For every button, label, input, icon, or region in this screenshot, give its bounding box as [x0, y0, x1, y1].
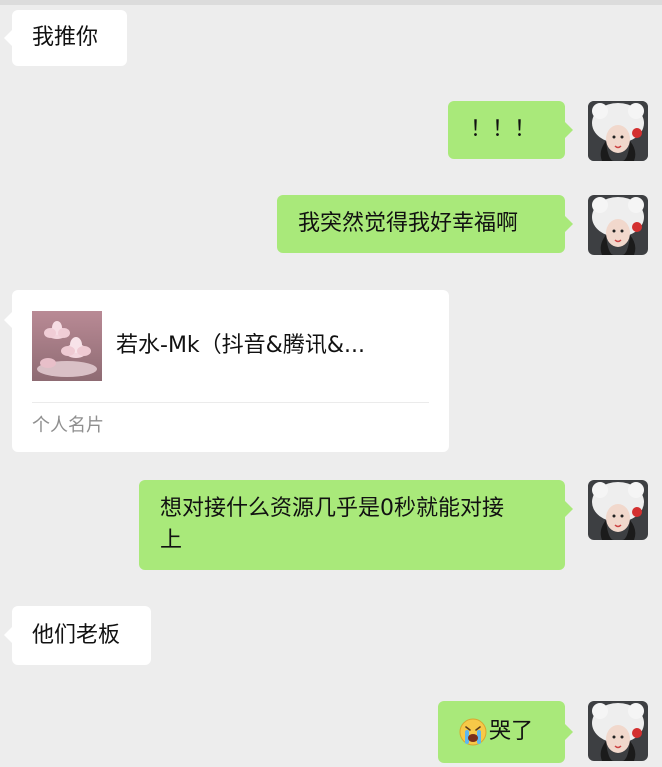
- message-text: 我突然觉得我好幸福啊: [298, 211, 519, 236]
- message-text: 他们老板: [32, 622, 121, 648]
- crying-face-emoji-icon: [459, 718, 487, 746]
- bubble-tail: [565, 501, 573, 517]
- user-avatar[interactable]: [588, 101, 648, 161]
- message-bubble-received[interactable]: 我推你: [12, 10, 127, 66]
- message-text: 哭了: [489, 719, 534, 744]
- user-avatar[interactable]: [588, 195, 648, 255]
- user-avatar-icon: [588, 480, 648, 540]
- message-bubble-sent[interactable]: ！！！: [448, 101, 565, 159]
- lotus-flower-icon: [32, 311, 102, 381]
- message-text: 我推你: [32, 25, 99, 50]
- bubble-tail: [565, 724, 573, 740]
- contact-card-type: 个人名片: [32, 415, 104, 436]
- user-avatar[interactable]: [588, 701, 648, 761]
- bubble-tail: [4, 30, 12, 46]
- user-avatar-icon: [588, 701, 648, 761]
- message-text: ！！！: [470, 117, 537, 142]
- message-bubble-sent[interactable]: 想对接什么资源几乎是0秒就能对接 上: [139, 480, 565, 570]
- bubble-tail: [4, 312, 12, 328]
- bubble-tail: [565, 216, 573, 232]
- contact-card[interactable]: 若水-Mk（抖音&腾讯&... 个人名片: [12, 290, 449, 452]
- card-divider: [32, 402, 429, 403]
- message-bubble-sent[interactable]: 我突然觉得我好幸福啊: [277, 195, 565, 253]
- user-avatar[interactable]: [588, 480, 648, 540]
- message-text: 想对接什么资源几乎是0秒就能对接 上: [160, 496, 504, 553]
- message-bubble-received[interactable]: 他们老板: [12, 606, 151, 665]
- message-bubble-sent[interactable]: 哭了: [438, 701, 565, 763]
- user-avatar-icon: [588, 101, 648, 161]
- bubble-tail: [565, 122, 573, 138]
- contact-card-avatar: [32, 311, 102, 381]
- top-divider: [0, 0, 662, 5]
- bubble-tail: [4, 627, 12, 643]
- contact-card-name: 若水-Mk（抖音&腾讯&...: [116, 333, 365, 358]
- user-avatar-icon: [588, 195, 648, 255]
